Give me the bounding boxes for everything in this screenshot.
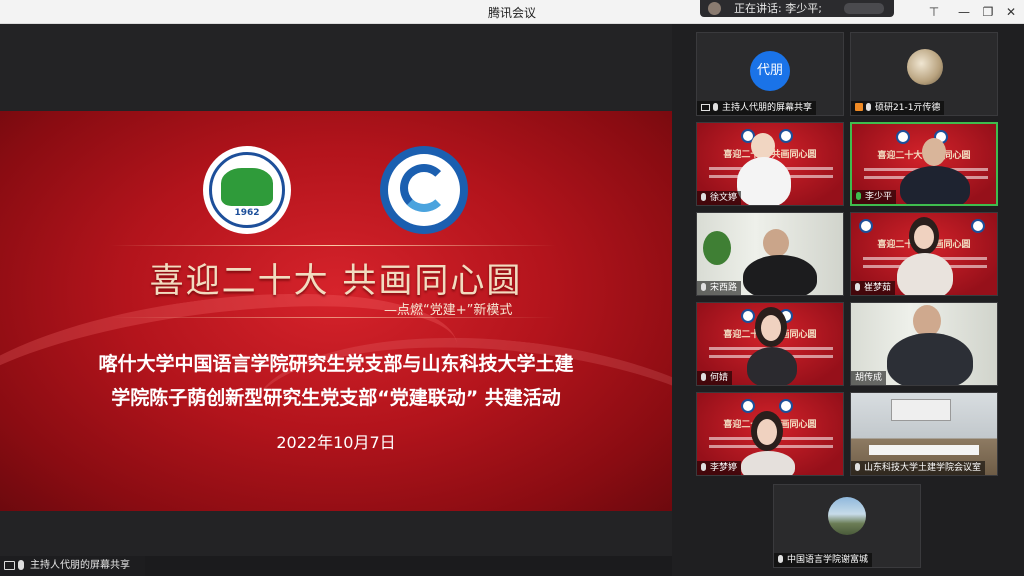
participant-label: 主持人代朋的屏幕共享 xyxy=(697,101,817,115)
microphone-icon xyxy=(866,103,871,111)
speaking-label: 正在讲话: 李少平; xyxy=(734,2,822,15)
participant-tile[interactable]: 喜迎二十大 共画同心圆 崔梦茹 xyxy=(850,212,998,296)
microphone-icon xyxy=(855,283,860,291)
participant-label: 山东科技大学土建学院会议室 xyxy=(851,461,986,475)
participant-tile[interactable]: 喜迎二十大 共画同心圆 徐文婷 xyxy=(696,122,844,206)
participant-tile[interactable]: 硕研21-1亓传德 xyxy=(850,32,998,116)
shandong-university-logo xyxy=(380,146,468,234)
participant-tile[interactable]: 喜迎二十大 共画同心圆 何婧 xyxy=(696,302,844,386)
avatar: 代朋 xyxy=(750,51,790,91)
avatar xyxy=(828,497,866,535)
participant-tile[interactable]: 胡传成 xyxy=(850,302,998,386)
microphone-active-icon xyxy=(856,192,861,200)
pin-icon[interactable]: ⊤ xyxy=(925,3,943,21)
slide-headline: 喜迎二十大 共画同心圆 xyxy=(149,261,523,301)
slide-subhead: —点燃“党建+”新模式 xyxy=(384,303,513,318)
participant-tile-active-speaker[interactable]: 喜迎二十大 共画同心圆 李少平 xyxy=(850,122,998,206)
logo-year: 1962 xyxy=(234,208,260,218)
restore-icon[interactable]: ❐ xyxy=(979,3,997,21)
microphone-icon xyxy=(18,560,24,570)
participant-label: 胡传成 xyxy=(851,371,887,385)
participant-tile[interactable]: 代朋 主持人代朋的屏幕共享 xyxy=(696,32,844,116)
participant-label: 李少平 xyxy=(852,190,897,204)
slide-subtitle-line2: 学院陈子荫创新型研究生党支部“党建联动” 共建活动 xyxy=(111,387,561,409)
participant-tile[interactable]: 喜迎二十大 共画同心圆 李梦婷 xyxy=(696,392,844,476)
participant-label: 宋西路 xyxy=(697,281,742,295)
divider xyxy=(110,245,556,246)
slide-subtitle-line1: 喀什大学中国语言学院研究生党支部与山东科技大学土建 xyxy=(98,353,574,375)
avatar xyxy=(907,49,943,85)
speaking-indicator[interactable]: 正在讲话: 李少平; xyxy=(700,0,894,17)
close-icon[interactable]: ✕ xyxy=(1002,3,1020,21)
participant-label: 中国语言学院谢富城 xyxy=(774,553,873,567)
tencent-meeting-window: 腾讯会议 正在讲话: 李少平; ⊤ — ❐ ✕ 1962 喜迎二十大 共画同心圆 xyxy=(0,0,1024,576)
screen-share-icon xyxy=(4,561,15,570)
microphone-icon xyxy=(701,463,706,471)
slide-date: 2022年10月7日 xyxy=(276,433,396,452)
speaker-avatar xyxy=(708,2,721,15)
participant-gallery: 代朋 主持人代朋的屏幕共享 硕研21-1亓传德 喜迎二十大 共画同心圆 徐文婷 xyxy=(672,24,1024,576)
participant-tile[interactable]: 山东科技大学土建学院会议室 xyxy=(850,392,998,476)
divider xyxy=(110,317,556,318)
microphone-icon xyxy=(855,463,860,471)
share-status-label: 主持人代朋的屏幕共享 xyxy=(30,560,130,571)
title-bar: 腾讯会议 正在讲话: 李少平; ⊤ — ❐ ✕ xyxy=(0,0,1024,24)
user-icon xyxy=(855,103,863,111)
microphone-icon xyxy=(778,555,783,563)
microphone-icon xyxy=(701,193,706,201)
speaker-extra xyxy=(844,3,884,14)
minimize-icon[interactable]: — xyxy=(955,3,973,21)
participant-label: 徐文婷 xyxy=(697,191,742,205)
kashi-university-logo: 1962 xyxy=(203,146,291,234)
participant-tile[interactable]: 宋西路 xyxy=(696,212,844,296)
presentation-slide: 1962 喜迎二十大 共画同心圆 —点燃“党建+”新模式 喀什大学中国语言学院研… xyxy=(0,111,672,511)
microphone-icon xyxy=(713,103,718,111)
screen-share-icon xyxy=(701,104,710,111)
participant-label: 硕研21-1亓传德 xyxy=(851,101,945,115)
participant-label: 崔梦茹 xyxy=(851,281,896,295)
participant-label: 何婧 xyxy=(697,371,733,385)
participant-tile[interactable]: 中国语言学院谢富城 xyxy=(773,484,921,568)
screen-share-area: 1962 喜迎二十大 共画同心圆 —点燃“党建+”新模式 喀什大学中国语言学院研… xyxy=(0,24,672,556)
microphone-icon xyxy=(701,283,706,291)
participant-label: 李梦婷 xyxy=(697,461,742,475)
share-status-bar[interactable]: 主持人代朋的屏幕共享 xyxy=(0,556,145,576)
microphone-icon xyxy=(701,373,706,381)
